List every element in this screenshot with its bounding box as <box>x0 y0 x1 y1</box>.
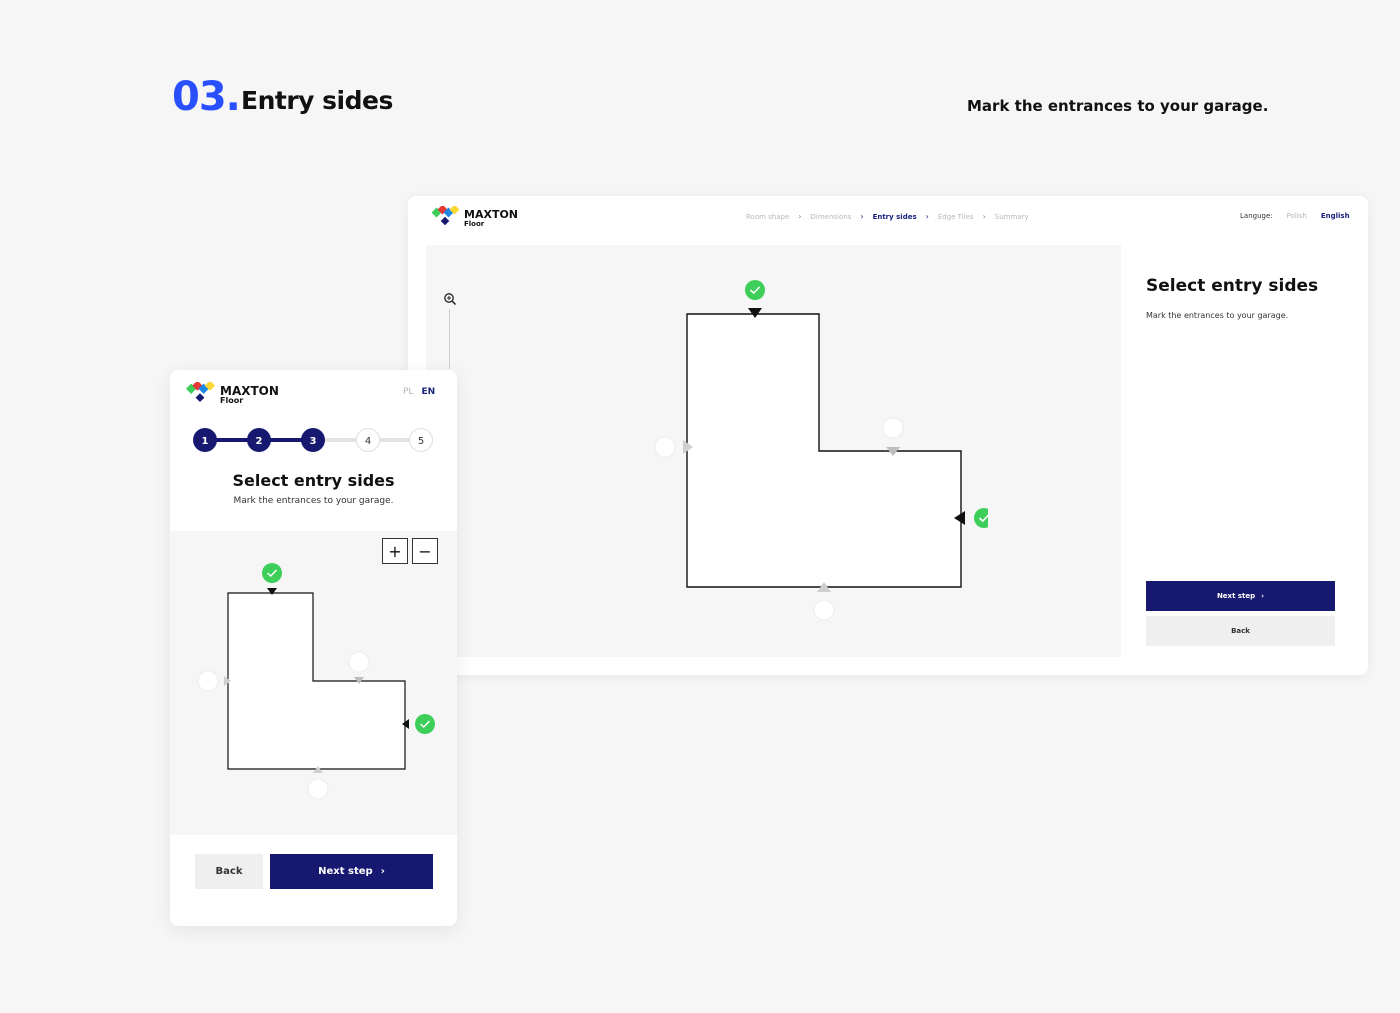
step-2-label: 2 <box>256 436 263 447</box>
entry-toggle-left[interactable] <box>654 436 676 458</box>
step-5-label: 5 <box>418 436 424 447</box>
brand-name: MAXTON <box>464 207 519 221</box>
zoom-slider-track[interactable] <box>449 309 450 369</box>
brand-logo[interactable]: MAXTON Floor <box>184 382 279 407</box>
zoom-in-icon[interactable] <box>443 292 457 306</box>
back-button[interactable]: Back <box>1146 616 1335 646</box>
desktop-window: MAXTON Floor Room shape › Dimensions › E… <box>408 196 1368 675</box>
language-en[interactable]: EN <box>421 387 435 397</box>
step-2[interactable]: 2 <box>247 428 271 452</box>
panel-title: Select entry sides <box>1146 276 1319 296</box>
step-1[interactable]: 1 <box>193 428 217 452</box>
step-4[interactable]: 4 <box>356 428 380 452</box>
section-subtitle: Mark the entrances to your garage. <box>967 97 1269 115</box>
chevron-right-icon: › <box>982 212 986 221</box>
chevron-right-icon: › <box>380 866 385 877</box>
language-switcher: Languge: Polish English <box>1240 212 1350 220</box>
entry-toggle-top[interactable] <box>262 563 282 583</box>
back-label: Back <box>215 866 243 877</box>
mobile-title: Select entry sides <box>232 471 395 490</box>
room-outline <box>227 592 406 770</box>
room-outline <box>686 313 962 588</box>
brand-diamonds-icon <box>431 206 460 226</box>
entry-toggle-right[interactable] <box>415 714 435 734</box>
step-5[interactable]: 5 <box>409 428 433 452</box>
language-polish[interactable]: Polish <box>1287 212 1307 220</box>
step-1-label: 1 <box>202 436 209 447</box>
back-label: Back <box>1231 627 1250 635</box>
room-shape-diagram <box>197 563 435 800</box>
entry-toggle-bottom[interactable] <box>813 599 835 621</box>
chevron-right-icon: › <box>925 212 929 221</box>
breadcrumb-edge-tiles[interactable]: Edge Tiles <box>938 213 974 221</box>
next-step-label: Next step <box>318 866 373 877</box>
step-3[interactable]: 3 <box>301 428 325 452</box>
panel-subtitle: Mark the entrances to your garage. <box>1146 311 1289 320</box>
next-step-button[interactable]: Next step › <box>270 854 433 889</box>
brand-logo[interactable]: MAXTON Floor <box>430 206 518 230</box>
language-pl[interactable]: PL <box>403 387 413 397</box>
brand-sub: Floor <box>220 395 244 405</box>
brand-diamonds-icon <box>185 382 216 403</box>
mobile-window: MAXTON Floor PL EN 1 2 3 4 5 Select entr… <box>170 370 457 926</box>
brand-sub: Floor <box>464 219 485 228</box>
section-title: Entry sides <box>241 86 393 115</box>
language-english[interactable]: English <box>1321 212 1350 220</box>
language-switcher: PL EN <box>403 387 435 397</box>
entry-toggle-top[interactable] <box>745 280 765 300</box>
entry-toggle-inner[interactable] <box>882 417 904 439</box>
next-step-label: Next step <box>1216 592 1256 600</box>
brand-name: MAXTON <box>220 383 279 398</box>
breadcrumb-entry-sides[interactable]: Entry sides <box>873 213 917 221</box>
breadcrumb: Room shape › Dimensions › Entry sides › … <box>746 212 1029 221</box>
language-label: Languge: <box>1240 212 1273 220</box>
entry-toggle-inner[interactable] <box>348 651 370 673</box>
entry-toggle-left[interactable] <box>197 670 219 692</box>
breadcrumb-summary[interactable]: Summary <box>995 213 1029 221</box>
chevron-right-icon: › <box>860 212 864 221</box>
mobile-subtitle: Mark the entrances to your garage. <box>233 496 394 506</box>
next-step-button[interactable]: Next step › <box>1146 581 1335 611</box>
step-progress: 1 2 3 4 5 <box>193 428 433 452</box>
entry-toggle-bottom[interactable] <box>307 778 329 800</box>
chevron-right-icon: › <box>798 212 802 221</box>
step-4-label: 4 <box>365 436 371 447</box>
back-button[interactable]: Back <box>195 854 263 889</box>
breadcrumb-room-shape[interactable]: Room shape <box>746 213 789 221</box>
entry-toggle-right[interactable] <box>974 508 988 528</box>
breadcrumb-dimensions[interactable]: Dimensions <box>811 213 852 221</box>
chevron-right-icon: › <box>1261 592 1265 600</box>
step-3-label: 3 <box>310 436 317 447</box>
section-number: 03. <box>172 74 241 120</box>
room-shape-diagram <box>654 280 988 621</box>
